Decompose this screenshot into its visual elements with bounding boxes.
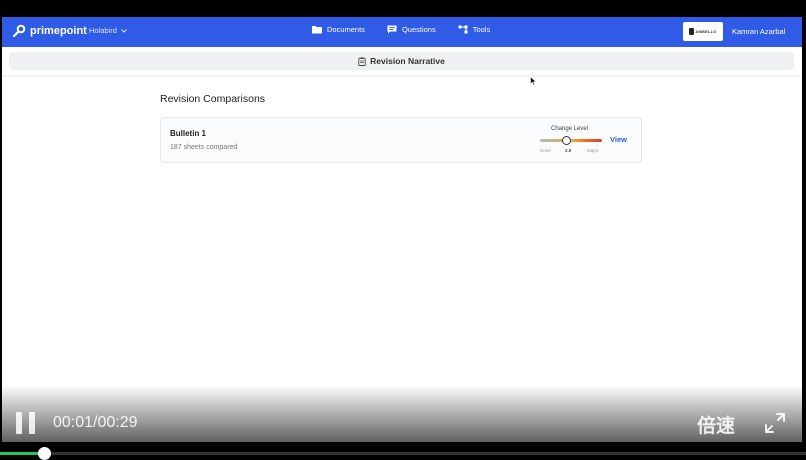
playback-speed-button[interactable]: 倍速	[697, 411, 735, 438]
pause-button[interactable]	[16, 412, 36, 434]
nav-questions[interactable]: Questions	[387, 25, 436, 34]
workspace-label: Holabird	[89, 26, 117, 35]
playback-time: 00:01/00:29	[53, 414, 138, 431]
company-glyph-icon	[689, 28, 695, 35]
progress-track[interactable]	[0, 452, 806, 455]
change-level-label: Change Level	[551, 126, 589, 132]
gauge-value-label: 2.8	[565, 148, 572, 153]
top-navbar: primepoint Holabird Documents Questions …	[2, 17, 802, 47]
workspace-selector[interactable]: Holabird	[89, 26, 127, 35]
chevron-down-icon	[121, 28, 127, 33]
app-screen: primepoint Holabird Documents Questions …	[2, 17, 802, 442]
card-title: Bulletin 1	[170, 129, 207, 138]
revision-narrative-title: Revision Narrative	[370, 56, 445, 66]
document-icon	[358, 56, 366, 66]
nav-documents[interactable]: Documents	[312, 25, 365, 34]
tools-icon	[458, 25, 468, 34]
chat-icon	[387, 25, 397, 34]
gauge-min-label: None	[540, 148, 551, 153]
company-logo[interactable]: AMBELLO	[683, 22, 723, 41]
mouse-cursor-icon	[530, 76, 537, 86]
pause-bar-right	[29, 412, 35, 434]
progress-handle[interactable]	[37, 447, 51, 460]
main-nav: Documents Questions Tools	[312, 25, 490, 34]
header-divider	[2, 75, 802, 78]
pause-bar-left	[16, 412, 22, 434]
nav-tools[interactable]: Tools	[458, 25, 491, 34]
gauge-max-label: Major	[587, 148, 599, 153]
nav-questions-label: Questions	[401, 25, 436, 34]
change-level-gauge	[540, 139, 602, 142]
revision-narrative-bar[interactable]: Revision Narrative	[9, 52, 794, 70]
user-menu[interactable]: Kamran Azarbal	[732, 27, 785, 36]
folder-icon	[312, 26, 322, 34]
comparison-card[interactable]: Bulletin 1 187 sheets compared Change Le…	[160, 117, 642, 163]
company-logo-text: AMBELLO	[695, 29, 717, 34]
change-level-thumb	[561, 136, 571, 145]
card-subtitle: 187 sheets compared	[170, 144, 238, 151]
logo[interactable]: primepoint	[12, 24, 87, 38]
fullscreen-icon[interactable]	[764, 412, 786, 434]
company-logo-mark: AMBELLO	[689, 28, 716, 35]
nav-documents-label: Documents	[327, 25, 365, 34]
view-link[interactable]: View	[610, 135, 627, 144]
nav-tools-label: Tools	[472, 25, 491, 34]
page-title: Revision Comparisons	[160, 93, 266, 105]
logo-icon	[12, 24, 26, 38]
logo-text: primepoint	[30, 25, 87, 37]
